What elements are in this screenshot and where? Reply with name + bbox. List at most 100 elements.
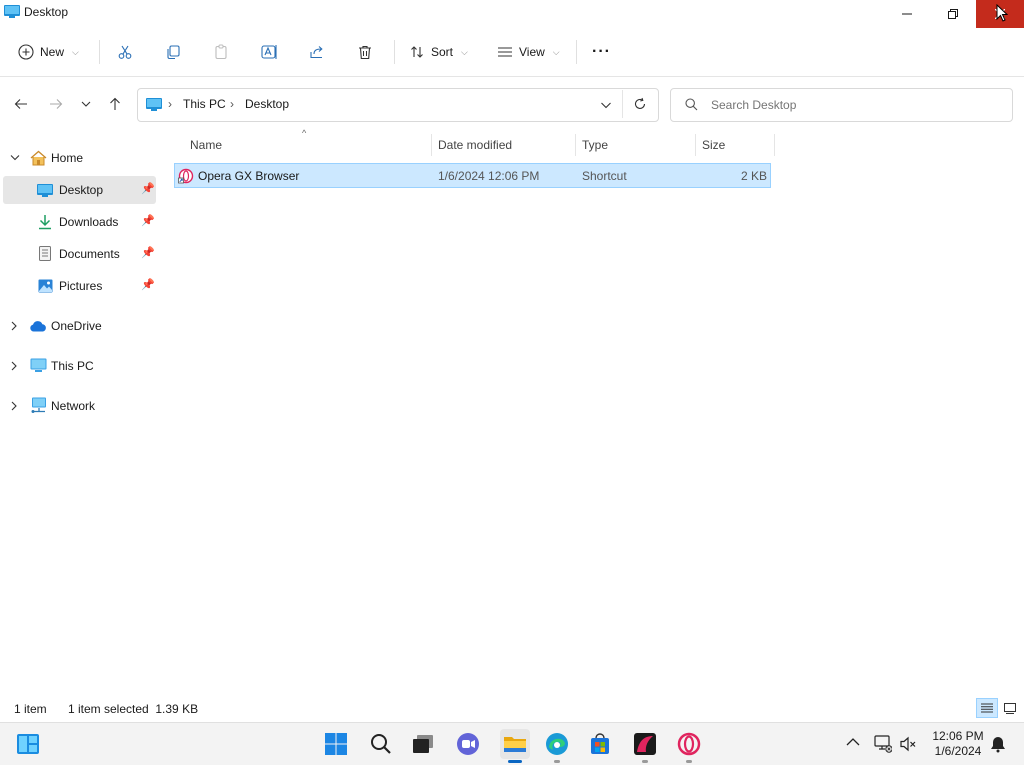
forward-button[interactable] [44,92,68,116]
view-button[interactable]: View ⌵ [497,38,560,66]
nav-label-downloads: Downloads [59,215,119,229]
column-divider[interactable] [774,134,775,156]
nav-item-downloads[interactable]: Downloads 📌 [0,208,156,236]
nav-item-this-pc[interactable]: This PC [0,352,156,380]
address-history-button[interactable] [600,99,612,111]
column-header-size[interactable]: Size [702,138,725,152]
sort-label: Sort [431,45,454,59]
nav-label-home: Home [51,151,84,165]
file-size: 2 KB [740,169,767,183]
column-header-date[interactable]: Date modified [438,138,512,152]
nav-item-desktop[interactable]: Desktop 📌 [3,176,156,204]
restore-button[interactable] [930,0,976,28]
clock-time: 12:06 PM [932,729,984,743]
edge-button[interactable] [544,731,570,757]
column-divider[interactable] [695,134,696,156]
start-button[interactable] [323,731,349,757]
nav-item-documents[interactable]: Documents 📌 [0,240,156,268]
rename-button[interactable] [261,38,279,66]
plus-circle-icon [18,44,34,60]
nav-item-pictures[interactable]: Pictures 📌 [0,272,156,300]
paste-icon [215,44,227,60]
chevron-right-icon [11,401,17,411]
notifications-button[interactable] [990,735,1006,753]
clock-button[interactable]: 12:06 PM 1/6/2024 [930,729,986,759]
tiles-view-button[interactable] [1000,698,1020,718]
column-divider[interactable] [431,134,432,156]
more-options-button[interactable]: ··· [592,38,611,66]
up-button[interactable] [103,92,127,116]
rename-icon [261,45,277,59]
divider [99,40,100,64]
divider [622,90,623,118]
network-status-button[interactable] [872,735,892,753]
paste-button[interactable] [213,38,229,66]
back-button[interactable] [9,92,33,116]
sort-icon [411,46,423,58]
desktop-icon [37,184,53,197]
taskbar: 12:06 PM 1/6/2024 [0,722,1024,765]
pin-icon[interactable]: 📌 [141,246,155,259]
column-header-name[interactable]: Name [190,138,222,152]
search-icon [685,98,698,111]
show-hidden-icons-button[interactable] [846,737,860,747]
taskbar-search-button[interactable] [368,731,394,757]
nav-item-home[interactable]: Home [0,144,156,172]
column-divider[interactable] [575,134,576,156]
windows-icon [325,733,347,755]
pin-icon[interactable]: 📌 [141,278,155,291]
breadcrumb-this-pc[interactable]: This PC [183,97,226,111]
tiles-view-icon [1004,702,1016,714]
minimize-button[interactable] [884,0,930,28]
arrow-left-icon [14,99,27,109]
chevron-down-icon [601,102,611,109]
sort-button[interactable]: Sort ⌵ [409,38,468,66]
share-button[interactable] [309,38,325,66]
trash-icon [359,45,371,60]
breadcrumb-separator-icon: › [168,97,172,111]
cloud-icon [30,321,46,332]
nav-label-this-pc: This PC [51,359,94,373]
volume-button[interactable] [899,735,917,753]
address-bar[interactable]: › This PC › Desktop [137,88,659,122]
pictures-icon [38,279,53,293]
running-indicator [554,760,560,763]
pin-icon[interactable]: 📌 [141,182,155,195]
widgets-button[interactable] [15,731,41,757]
refresh-button[interactable] [633,97,647,111]
nav-item-network[interactable]: Network [0,392,156,420]
chevron-down-icon [10,155,20,161]
store-button[interactable] [587,731,613,757]
store-icon [591,733,609,754]
pin-icon[interactable]: 📌 [141,214,155,227]
arrow-right-icon [50,99,63,109]
opera-gx-app-button[interactable] [632,731,658,757]
file-explorer-button[interactable] [500,729,530,759]
command-bar: New ⌵ Sort ⌵ View ⌵ ··· [0,28,1024,77]
chat-button[interactable] [455,731,481,757]
recent-locations-button[interactable] [74,92,98,116]
task-view-button[interactable] [410,731,436,757]
file-row[interactable]: Opera GX Browser 1/6/2024 12:06 PM Short… [174,163,771,188]
new-button[interactable]: New ⌵ [18,38,79,66]
nav-item-onedrive[interactable]: OneDrive [0,312,156,340]
chevron-down-icon [81,101,91,107]
search-input[interactable] [709,94,1003,116]
new-label: New [40,45,65,59]
mouse-cursor-icon [996,4,1008,22]
network-icon [31,397,46,413]
divider [576,40,577,64]
details-view-button[interactable] [976,698,998,718]
nav-label-network: Network [51,399,96,413]
column-header-type[interactable]: Type [582,138,608,152]
search-box[interactable] [670,88,1013,122]
chevron-down-icon: ⌵ [461,46,468,57]
breadcrumb-desktop[interactable]: Desktop [245,97,289,111]
opera-button[interactable] [676,731,702,757]
copy-button[interactable] [165,38,181,66]
window-title: Desktop [24,5,69,19]
cut-button[interactable] [117,38,133,66]
delete-button[interactable] [357,38,373,66]
desktop-folder-icon [146,98,162,111]
clock-date: 1/6/2024 [934,744,982,758]
